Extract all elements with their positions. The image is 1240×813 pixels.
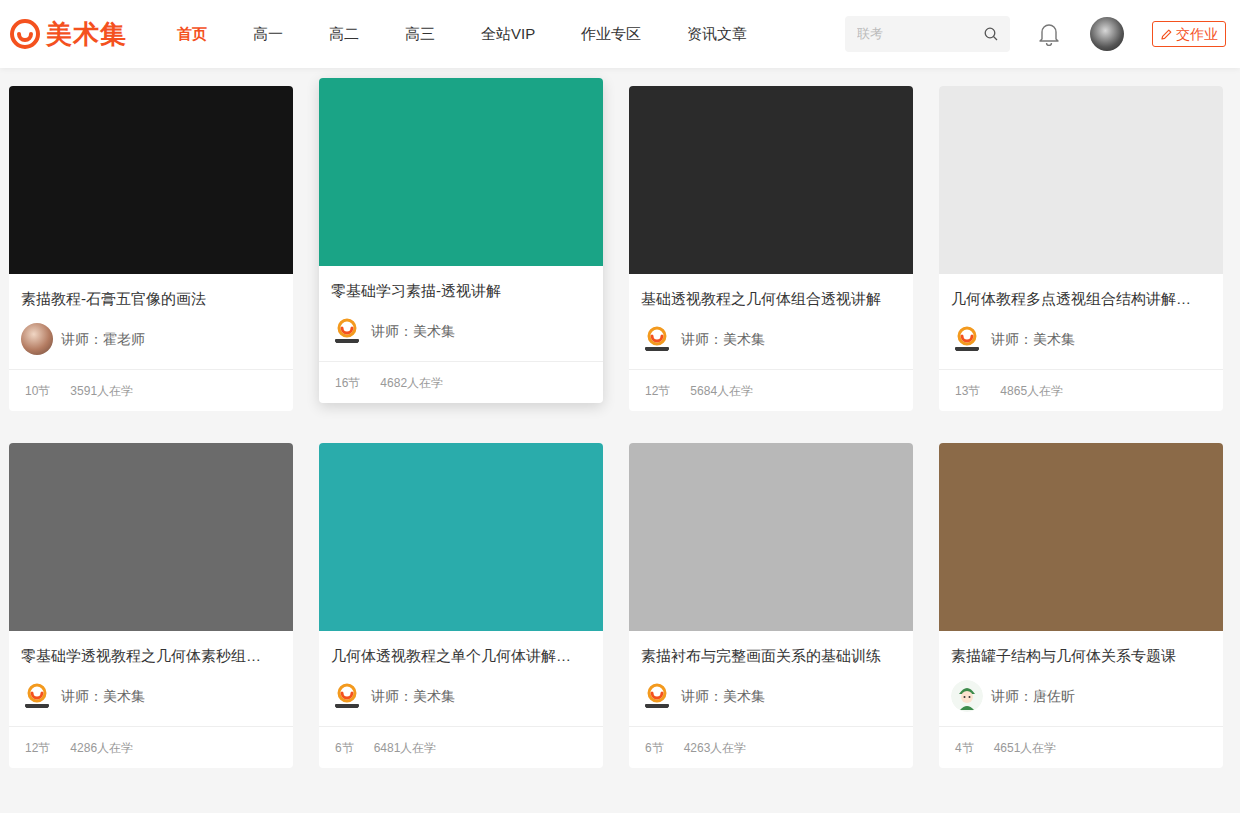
course-cover[interactable]: [939, 86, 1223, 274]
learner-count: 6481人在学: [374, 739, 437, 757]
learner-count: 4865人在学: [1000, 382, 1063, 400]
course-stats: 13节 4865人在学: [939, 369, 1223, 411]
course-stats: 12节 5684人在学: [629, 369, 913, 411]
course-card[interactable]: 零基础学透视教程之几何体素秒组… 讲师：美术集 12节 4286人在学: [9, 443, 293, 768]
teacher-row: 讲师：美术集: [331, 315, 591, 347]
course-title[interactable]: 几何体透视教程之单个几何体讲解…: [331, 644, 591, 668]
teacher-photo-icon: [21, 323, 53, 355]
nav-item[interactable]: 高一: [253, 23, 283, 46]
course-card[interactable]: 零基础学习素描-透视讲解讲师：美术集 16节 4682人在学: [319, 78, 603, 403]
course-cover[interactable]: [319, 78, 603, 266]
teacher-row: 讲师：美术集: [641, 323, 901, 355]
course-card[interactable]: 素描衬布与完整画面关系的基础训练讲师：美术集 6节 4263人在学: [629, 443, 913, 768]
lesson-count: 12节: [25, 739, 50, 757]
course-card[interactable]: 素描教程-石膏五官像的画法讲师：霍老师 10节 3591人在学: [9, 86, 293, 411]
learner-count: 4651人在学: [994, 739, 1057, 757]
teacher-name: 讲师：美术集: [991, 329, 1075, 350]
teacher-name: 讲师：美术集: [61, 686, 145, 707]
course-grid: 素描教程-石膏五官像的画法讲师：霍老师 10节 3591人在学 零基础学习素描-透视讲…: [0, 68, 1240, 768]
logo-icon: [10, 19, 40, 49]
teacher-name: 讲师：美术集: [681, 329, 765, 350]
teacher-name: 讲师：美术集: [371, 686, 455, 707]
course-cover[interactable]: [319, 443, 603, 631]
lesson-count: 10节: [25, 382, 50, 400]
submit-homework-label: 交作业: [1176, 24, 1218, 45]
teacher-row: 讲师：美术集: [331, 680, 591, 712]
teacher-name: 讲师：霍老师: [61, 329, 145, 350]
user-avatar[interactable]: [1090, 17, 1124, 51]
course-card[interactable]: 素描罐子结构与几何体关系专题课讲师：唐佐昕 4节 4651人在学: [939, 443, 1223, 768]
submit-homework-button[interactable]: 交作业: [1152, 21, 1226, 47]
course-cover[interactable]: [629, 443, 913, 631]
course-stats: 4节 4651人在学: [939, 726, 1223, 768]
meishuji-logo-icon: [641, 323, 673, 355]
course-card[interactable]: 基础透视教程之几何体组合透视讲解讲师：美术集 12节 5684人在学: [629, 86, 913, 411]
teacher-name: 讲师：唐佐昕: [991, 686, 1075, 707]
teacher-row: 讲师：唐佐昕: [951, 680, 1211, 712]
course-title[interactable]: 素描教程-石膏五官像的画法: [21, 287, 281, 311]
teacher-name: 讲师：美术集: [681, 686, 765, 707]
course-stats: 6节 4263人在学: [629, 726, 913, 768]
search-input[interactable]: [857, 24, 976, 44]
lesson-count: 16节: [335, 374, 360, 392]
learner-count: 4263人在学: [684, 739, 747, 757]
learner-count: 4286人在学: [70, 739, 133, 757]
learner-count: 3591人在学: [70, 382, 133, 400]
course-cover[interactable]: [939, 443, 1223, 631]
logo[interactable]: 美术集: [10, 19, 160, 49]
course-stats: 10节 3591人在学: [9, 369, 293, 411]
course-cover[interactable]: [9, 86, 293, 274]
course-stats: 16节 4682人在学: [319, 361, 603, 403]
teacher-row: 讲师：美术集: [641, 680, 901, 712]
meishuji-logo-icon: [641, 680, 673, 712]
bell-icon[interactable]: [1038, 22, 1060, 46]
pencil-icon: [1160, 28, 1173, 41]
nav-item[interactable]: 首页: [177, 23, 207, 46]
teacher-row: 讲师：霍老师: [21, 323, 281, 355]
course-card[interactable]: 几何体教程多点透视组合结构讲解… 讲师：美术集 13节 4865人在学: [939, 86, 1223, 411]
lesson-count: 12节: [645, 382, 670, 400]
search-icon[interactable]: [984, 27, 998, 41]
meishuji-logo-icon: [21, 680, 53, 712]
course-title[interactable]: 基础透视教程之几何体组合透视讲解: [641, 287, 901, 311]
course-title[interactable]: 零基础学习素描-透视讲解: [331, 279, 591, 303]
course-title[interactable]: 零基础学透视教程之几何体素秒组…: [21, 644, 281, 668]
course-title[interactable]: 几何体教程多点透视组合结构讲解…: [951, 287, 1211, 311]
meishuji-logo-icon: [331, 315, 363, 347]
teacher-name: 讲师：美术集: [371, 321, 455, 342]
lesson-count: 6节: [335, 739, 354, 757]
course-card[interactable]: 几何体透视教程之单个几何体讲解… 讲师：美术集 6节 6481人在学: [319, 443, 603, 768]
teacher-row: 讲师：美术集: [951, 323, 1211, 355]
course-cover[interactable]: [9, 443, 293, 631]
course-stats: 6节 6481人在学: [319, 726, 603, 768]
nav-item[interactable]: 全站VIP: [481, 23, 535, 46]
search-box: [845, 16, 1010, 52]
logo-text: 美术集: [46, 21, 127, 47]
nav-item[interactable]: 作业专区: [581, 23, 641, 46]
nav-item[interactable]: 高三: [405, 23, 435, 46]
nav-item[interactable]: 高二: [329, 23, 359, 46]
lesson-count: 6节: [645, 739, 664, 757]
learner-count: 4682人在学: [380, 374, 443, 392]
course-title[interactable]: 素描罐子结构与几何体关系专题课: [951, 644, 1211, 668]
lesson-count: 13节: [955, 382, 980, 400]
top-bar: 美术集 首页 高一 高二 高三 全站VIP 作业专区 资讯文章 交作业: [0, 0, 1240, 68]
course-stats: 12节 4286人在学: [9, 726, 293, 768]
meishuji-logo-icon: [951, 323, 983, 355]
nav-item[interactable]: 资讯文章: [687, 23, 747, 46]
meishuji-logo-icon: [331, 680, 363, 712]
learner-count: 5684人在学: [690, 382, 753, 400]
course-title[interactable]: 素描衬布与完整画面关系的基础训练: [641, 644, 901, 668]
main-nav: 首页 高一 高二 高三 全站VIP 作业专区 资讯文章: [177, 23, 747, 46]
lesson-count: 4节: [955, 739, 974, 757]
teacher-row: 讲师：美术集: [21, 680, 281, 712]
course-cover[interactable]: [629, 86, 913, 274]
teacher-cartoon-icon: [951, 680, 983, 712]
